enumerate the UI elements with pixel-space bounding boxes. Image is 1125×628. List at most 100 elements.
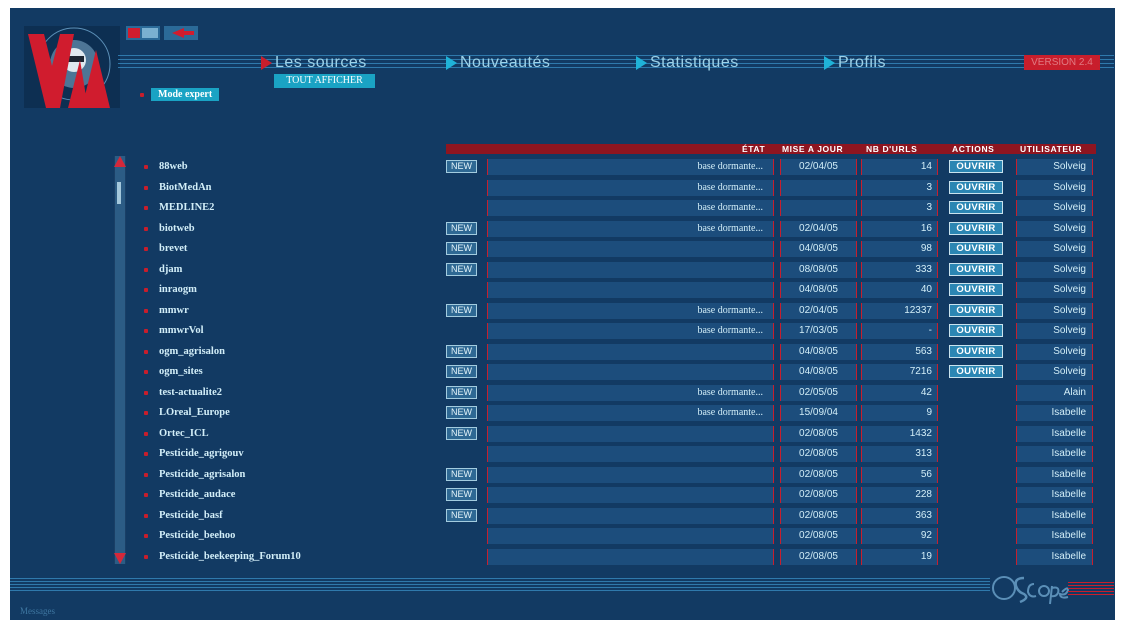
bullet-icon [144,472,148,477]
date-cell: 02/08/05 [780,507,857,524]
new-badge: NEW [446,242,477,255]
user-cell: Solveig [1016,220,1093,237]
ouvrir-button[interactable]: OUVRIR [949,344,1003,358]
exit-icon[interactable] [164,26,198,40]
date-cell: 04/08/05 [780,343,857,360]
source-name-link[interactable]: 88web [159,161,188,172]
bullet-icon [144,493,148,497]
date-cell [780,200,857,216]
ouvrir-button[interactable]: OUVRIR [949,262,1003,276]
date-cell: 02/08/05 [780,446,857,462]
source-name-link[interactable]: mmwrVol [159,325,204,336]
bullet-icon [140,92,144,97]
bullet-icon [144,185,148,190]
source-name-link[interactable]: ogm_sites [159,366,203,377]
user-cell: Solveig [1016,364,1093,380]
etat-cell [487,507,774,524]
app-window: Les sources Nouveautés Statistiques Prof… [10,8,1115,620]
ouvrir-button[interactable]: OUVRIR [949,160,1003,173]
source-name-link[interactable]: BiotMedAn [159,182,212,193]
user-cell: Isabelle [1016,528,1093,544]
source-name-link[interactable]: Pesticide_basf [159,510,223,521]
table-row: Pesticide_audace NEW 02/08/05 228 Isabelle [10,486,1115,506]
source-name-link[interactable]: djam [159,264,182,275]
date-cell: 04/08/05 [780,241,857,257]
bullet-icon [144,390,148,395]
user-cell: Isabelle [1016,405,1093,421]
etat-cell [487,241,774,257]
table-row: Pesticide_agrisalon NEW 02/08/05 56 Isabelle [10,466,1115,486]
nav-statistiques[interactable]: Statistiques [636,52,739,74]
user-cell: Isabelle [1016,487,1093,503]
table-row: Pesticide_agrigouv 02/08/05 313 Isabelle [10,445,1115,465]
source-name-link[interactable]: biotweb [159,223,195,234]
user-cell: Isabelle [1016,466,1093,483]
source-name-link[interactable]: MEDLINE2 [159,202,214,213]
source-name-link[interactable]: Pesticide_agrigouv [159,448,244,459]
source-name-link[interactable]: LOreal_Europe [159,407,230,418]
nav-label: Nouveautés [460,54,551,71]
source-name-link[interactable]: brevet [159,243,187,254]
source-name-link[interactable]: Pesticide_beehoo [159,530,235,541]
user-cell: Solveig [1016,282,1093,298]
new-badge: NEW [446,160,477,173]
table-row: ogm_sites NEW 04/08/05 7216 OUVRIR Solveig [10,363,1115,383]
table-row: Pesticide_beekeeping_Forum10 02/08/05 19 Is… [10,548,1115,568]
new-badge: NEW [446,221,477,235]
etat-cell: base dormante... [487,179,774,196]
nb-urls-cell: 313 [861,446,938,462]
ouvrir-button[interactable]: OUVRIR [949,324,1003,337]
user-cell: Solveig [1016,200,1093,216]
user-cell: Solveig [1016,179,1093,196]
mode-expert-toggle[interactable]: Mode expert [140,88,220,101]
source-name-link[interactable]: inraogm [159,284,197,295]
ouvrir-button[interactable]: OUVRIR [949,221,1003,235]
source-name-link[interactable]: ogm_agrisalon [159,346,225,357]
new-badge: NEW [446,508,477,522]
ouvrir-button[interactable]: OUVRIR [949,365,1003,378]
source-name-link[interactable]: Pesticide_audace [159,489,235,500]
user-cell: Solveig [1016,261,1093,278]
nb-urls-cell: 9 [861,405,938,421]
table-row: test-actualite2 NEW base dormante... 02/05/… [10,384,1115,404]
date-cell: 17/03/05 [780,323,857,339]
date-cell: 02/08/05 [780,548,857,565]
etat-cell [487,261,774,278]
table-row: 88web NEW base dormante... 02/04/05 14 OUVRIR… [10,158,1115,178]
table-row: mmwr NEW base dormante... 02/04/05 12337 OUVR… [10,302,1115,322]
etat-cell: base dormante... [487,220,774,237]
ouvrir-button[interactable]: OUVRIR [949,303,1003,317]
ouvrir-button[interactable]: OUVRIR [949,201,1003,214]
nav-les-sources[interactable]: Les sources [261,52,367,74]
source-name-link[interactable]: Pesticide_beekeeping_Forum10 [159,551,301,562]
date-cell: 04/08/05 [780,364,857,380]
language-flag-icon[interactable] [126,26,160,40]
nav-profils[interactable]: Profils [824,52,886,74]
footer-stripes [1068,582,1114,596]
nav-label: Statistiques [650,54,739,71]
table-row: djam NEW 08/08/05 333 OUVRIR Solveig [10,261,1115,281]
etat-cell: base dormante... [487,200,774,216]
col-header-actions: ACTIONS [952,144,995,154]
date-cell: 08/08/05 [780,261,857,278]
date-cell: 02/04/05 [780,302,857,319]
table-row: biotweb NEW base dormante... 02/04/05 16 OUVR… [10,220,1115,240]
source-name-link[interactable]: test-actualite2 [159,387,222,398]
ouvrir-button[interactable]: OUVRIR [949,283,1003,296]
etat-cell [487,425,774,442]
source-name-link[interactable]: Ortec_ICL [159,428,209,439]
nb-urls-cell: 92 [861,528,938,544]
source-name-link[interactable]: Pesticide_agrisalon [159,469,245,480]
ouvrir-button[interactable]: OUVRIR [949,180,1003,194]
table-row: BiotMedAn base dormante... 3 OUVRIR Solveig [10,179,1115,199]
nav-nouveautes[interactable]: Nouveautés [446,52,550,74]
user-cell: Alain [1016,384,1093,401]
date-cell: 04/08/05 [780,282,857,298]
user-cell: Solveig [1016,241,1093,257]
tout-afficher-button[interactable]: TOUT AFFICHER [274,74,375,88]
new-badge: NEW [446,467,477,481]
scope-logo-icon [992,576,1070,605]
source-name-link[interactable]: mmwr [159,305,189,316]
messages-label: Messages [20,606,55,616]
ouvrir-button[interactable]: OUVRIR [949,242,1003,255]
